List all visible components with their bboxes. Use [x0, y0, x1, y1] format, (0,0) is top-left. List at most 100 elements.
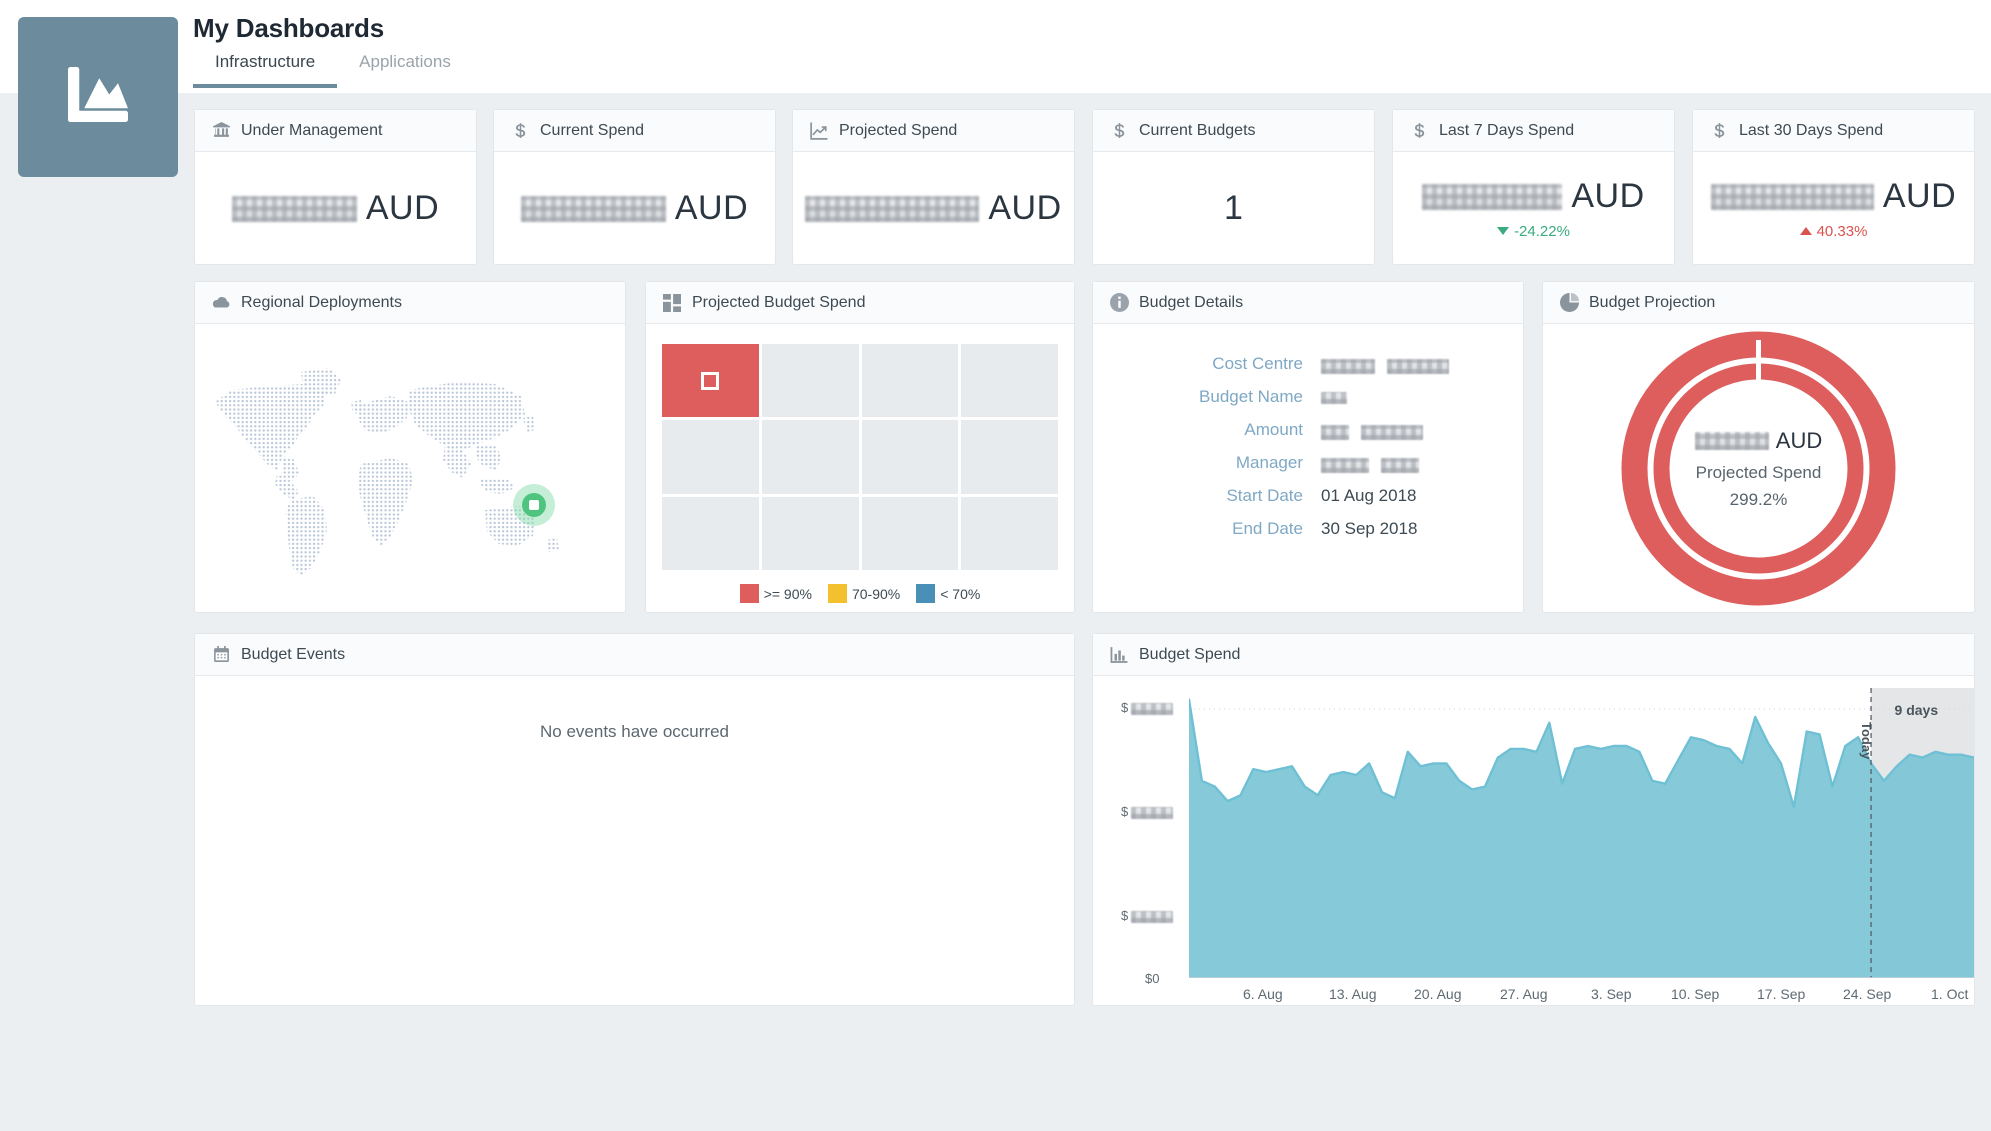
redacted-value: [1361, 424, 1423, 440]
x-tick-label: 3. Sep: [1591, 986, 1632, 1002]
dollar-icon: [510, 121, 530, 141]
bank-icon: [211, 121, 231, 141]
treemap-cell-selected[interactable]: [662, 344, 759, 418]
detail-value: [1321, 456, 1419, 473]
kpi-delta: -24.22%: [1497, 223, 1570, 240]
legend-label: < 70%: [940, 585, 981, 602]
kpi-value: AUD: [231, 189, 439, 228]
panel-header: Budget Projection: [1543, 282, 1974, 324]
kpi-card-current-budgets[interactable]: Current Budgets 1: [1092, 109, 1375, 265]
legend-item-low[interactable]: < 70%: [916, 584, 980, 603]
pie-chart-icon: [1559, 293, 1579, 313]
redacted-value: [1131, 702, 1174, 715]
detail-label: Budget Name: [1199, 387, 1303, 406]
cloud-icon: [211, 293, 231, 313]
redacted-value: [520, 195, 666, 222]
redacted-value: [1710, 183, 1874, 210]
treemap-cell[interactable]: [761, 420, 859, 494]
kpi-body: AUD: [195, 152, 476, 264]
redacted-value: [1321, 358, 1375, 374]
panel-regional-deployments[interactable]: Regional Deployments: [194, 281, 626, 613]
treemap-cell[interactable]: [662, 420, 759, 494]
panel-budget-details[interactable]: Budget Details Cost Centre Budget Name A…: [1092, 281, 1524, 613]
x-tick-label: 13. Aug: [1329, 986, 1377, 1002]
kpi-header: Projected Spend: [793, 110, 1074, 152]
detail-label: Amount: [1244, 420, 1303, 439]
panel-header: Regional Deployments: [195, 282, 625, 324]
kpi-card-under-management[interactable]: Under Management AUD: [194, 109, 477, 265]
treemap-cell[interactable]: [861, 344, 959, 418]
legend-swatch-red: [739, 584, 759, 603]
donut-sublabel: Projected Spend: [1695, 462, 1822, 482]
detail-value: 01 Aug 2018: [1321, 486, 1417, 505]
legend-item-high[interactable]: >= 90%: [739, 584, 812, 603]
treemap-cell[interactable]: [861, 496, 959, 570]
kpi-title: Last 30 Days Spend: [1739, 121, 1884, 139]
detail-row-amount: Amount: [1093, 420, 1499, 440]
y-tick-label: $: [1121, 908, 1174, 923]
redacted-value: [231, 195, 357, 222]
donut-percent: 299.2%: [1729, 489, 1788, 509]
app-logo[interactable]: [18, 17, 178, 177]
detail-value: [1321, 391, 1347, 404]
x-tick-label: 20. Aug: [1414, 986, 1462, 1002]
dollar-icon: [1709, 121, 1729, 141]
panel-budget-events[interactable]: Budget Events No events have occurred: [194, 633, 1075, 1006]
treemap-cell[interactable]: [961, 344, 1058, 418]
kpi-header: Under Management: [195, 110, 476, 152]
selected-square-icon: [701, 371, 720, 390]
detail-row-cost-centre: Cost Centre: [1093, 354, 1499, 374]
panel-header: Budget Spend: [1093, 634, 1974, 676]
treemap-cell[interactable]: [961, 420, 1058, 494]
tab-infrastructure[interactable]: Infrastructure: [193, 52, 338, 88]
detail-value: 30 Sep 2018: [1321, 519, 1418, 538]
legend-swatch-blue: [916, 584, 936, 603]
kpi-value: AUD: [1422, 177, 1644, 216]
legend-label: >= 90%: [763, 585, 812, 602]
kpi-value: 1: [1224, 188, 1243, 227]
donut-currency: AUD: [1775, 427, 1823, 453]
world-map-dots: [215, 368, 559, 576]
bar-chart-icon: [1109, 645, 1129, 665]
currency-symbol: $: [1121, 804, 1129, 819]
kpi-card-projected-spend[interactable]: Projected Spend AUD: [792, 109, 1075, 265]
treemap-cell[interactable]: [861, 420, 959, 494]
kpi-card-last-7-days-spend[interactable]: Last 7 Days Spend AUD -24.22%: [1392, 109, 1675, 265]
treemap-legend: >= 90% 70-90% < 70%: [662, 584, 1058, 603]
kpi-card-current-spend[interactable]: Current Spend AUD: [493, 109, 776, 265]
treemap-cell[interactable]: [761, 496, 859, 570]
tab-applications[interactable]: Applications: [337, 52, 473, 88]
panel-projected-budget-spend[interactable]: Projected Budget Spend >= 90% 70-90% < 7…: [645, 281, 1075, 613]
redacted-value: [1422, 183, 1563, 210]
deployment-marker-sydney[interactable]: [513, 484, 555, 526]
kpi-delta-text: 40.33%: [1816, 222, 1868, 240]
currency-symbol: $: [1121, 700, 1129, 715]
world-map[interactable]: [195, 324, 625, 613]
panel-budget-spend[interactable]: Budget Spend $ $ $ $0 Today 9 days 6. Au…: [1092, 633, 1975, 1006]
redacted-value: [1321, 424, 1349, 440]
budget-spend-chart[interactable]: $ $ $ $0 Today 9 days 6. Aug 13. Aug 20.…: [1093, 676, 1974, 1006]
kpi-body: 1: [1093, 152, 1374, 264]
treemap-cell[interactable]: [961, 496, 1058, 570]
panel-title: Budget Events: [241, 645, 346, 663]
kpi-header: Current Budgets: [1093, 110, 1374, 152]
treemap-cell[interactable]: [662, 496, 759, 570]
legend-label: 70-90%: [851, 585, 901, 602]
kpi-title: Current Budgets: [1139, 121, 1256, 139]
detail-value: [1321, 357, 1449, 374]
kpi-currency: AUD: [988, 188, 1062, 227]
treemap-cell[interactable]: [761, 344, 859, 418]
line-chart-icon: [809, 121, 829, 141]
legend-item-mid[interactable]: 70-90%: [827, 584, 901, 603]
x-tick-label: 27. Aug: [1500, 986, 1548, 1002]
arrow-down-icon: [1497, 227, 1510, 235]
detail-label: Cost Centre: [1212, 354, 1303, 373]
budget-details-list: Cost Centre Budget Name Amount Manager S…: [1093, 324, 1523, 613]
kpi-card-last-30-days-spend[interactable]: Last 30 Days Spend AUD 40.33%: [1692, 109, 1975, 265]
redacted-value: [805, 195, 980, 222]
y-tick-label: $: [1121, 700, 1174, 715]
donut-chart[interactable]: AUD Projected Spend 299.2%: [1543, 324, 1974, 613]
panel-title: Budget Projection: [1589, 293, 1716, 311]
panel-budget-projection[interactable]: Budget Projection AUD Projected Spend 29…: [1542, 281, 1975, 613]
kpi-delta: 40.33%: [1799, 222, 1868, 240]
